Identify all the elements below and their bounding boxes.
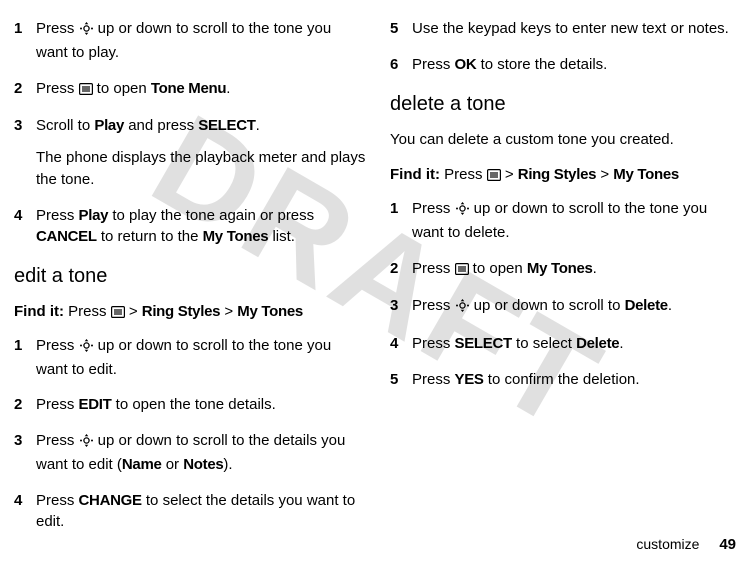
- step-number: 2: [14, 78, 36, 102]
- menu-key-icon: [79, 80, 93, 102]
- step-number: 3: [14, 430, 36, 476]
- numbered-step: 3Press up or down to scroll to Delete.: [390, 295, 742, 319]
- step-text: Press YES to confirm the deletion.: [412, 369, 742, 391]
- page-content: 1Press up or down to scroll to the tone …: [0, 0, 756, 520]
- step-number: 1: [14, 335, 36, 381]
- ui-label: EDIT: [79, 396, 112, 413]
- menu-key-icon: [455, 260, 469, 282]
- ui-label: Tone Menu: [151, 80, 226, 97]
- numbered-step: 6Press OK to store the details.: [390, 54, 742, 76]
- menu-key-icon: [487, 166, 501, 188]
- step-text: Press EDIT to open the tone details.: [36, 394, 366, 416]
- numbered-step: 1Press up or down to scroll to the tone …: [390, 198, 742, 244]
- ui-label: My Tones: [237, 303, 303, 320]
- numbered-step: 3Scroll to Play and press SELECT.The pho…: [14, 115, 366, 190]
- nav-key-icon: [455, 297, 470, 319]
- section-paragraph: You can delete a custom tone you created…: [390, 129, 742, 151]
- ui-label: My Tones: [613, 166, 679, 183]
- numbered-step: 5Press YES to confirm the deletion.: [390, 369, 742, 391]
- step-number: 4: [14, 205, 36, 249]
- nav-key-icon: [79, 432, 94, 454]
- nav-key-icon: [79, 337, 94, 359]
- step-number: 4: [390, 333, 412, 355]
- step-number: 3: [14, 115, 36, 190]
- page-number: 49: [719, 536, 736, 553]
- numbered-step: 2Press EDIT to open the tone details.: [14, 394, 366, 416]
- step-number: 2: [14, 394, 36, 416]
- step-number: 3: [390, 295, 412, 319]
- numbered-step: 2Press to open Tone Menu.: [14, 78, 366, 102]
- step-text: Press up or down to scroll to the tone y…: [36, 18, 366, 64]
- ui-label: Ring Styles: [142, 303, 220, 320]
- numbered-step: 4Press CHANGE to select the details you …: [14, 490, 366, 534]
- step-text: Press Play to play the tone again or pre…: [36, 205, 366, 249]
- numbered-step: 2Press to open My Tones.: [390, 258, 742, 282]
- step-number: 6: [390, 54, 412, 76]
- ui-label: SELECT: [198, 117, 255, 134]
- step-text: Press up or down to scroll to the detail…: [36, 430, 366, 476]
- numbered-step: 4Press SELECT to select Delete.: [390, 333, 742, 355]
- step-text: Press up or down to scroll to the tone y…: [412, 198, 742, 244]
- step-text: Press up or down to scroll to Delete.: [412, 295, 742, 319]
- step-extra-text: The phone displays the playback meter an…: [36, 147, 366, 191]
- step-number: 4: [14, 490, 36, 534]
- right-column: 5Use the keypad keys to enter new text o…: [390, 18, 742, 520]
- numbered-step: 1Press up or down to scroll to the tone …: [14, 335, 366, 381]
- step-text: Press to open Tone Menu.: [36, 78, 366, 102]
- ui-label: Ring Styles: [518, 166, 596, 183]
- step-text: Press up or down to scroll to the tone y…: [36, 335, 366, 381]
- ui-label: YES: [455, 371, 484, 388]
- ui-label: Delete: [625, 297, 668, 314]
- find-it-line: Find it: Press > Ring Styles > My Tones: [14, 301, 366, 325]
- step-number: 5: [390, 369, 412, 391]
- ui-label: CHANGE: [79, 492, 142, 509]
- step-number: 5: [390, 18, 412, 40]
- numbered-step: 5Use the keypad keys to enter new text o…: [390, 18, 742, 40]
- step-text: Press CHANGE to select the details you w…: [36, 490, 366, 534]
- step-text: Use the keypad keys to enter new text or…: [412, 18, 742, 40]
- step-text: Press to open My Tones.: [412, 258, 742, 282]
- ui-label: My Tones: [527, 260, 593, 277]
- ui-label: Delete: [576, 335, 619, 352]
- ui-label: SELECT: [455, 335, 512, 352]
- ui-label: Play: [94, 117, 124, 134]
- ui-label: OK: [455, 56, 477, 73]
- nav-key-icon: [455, 200, 470, 222]
- step-text: Press OK to store the details.: [412, 54, 742, 76]
- step-text: Scroll to Play and press SELECT.The phon…: [36, 115, 366, 190]
- nav-key-icon: [79, 20, 94, 42]
- find-it-label: Find it:: [14, 303, 64, 320]
- menu-key-icon: [111, 303, 125, 325]
- ui-label: My Tones: [203, 228, 269, 245]
- ui-label: CANCEL: [36, 228, 97, 245]
- section-heading: edit a tone: [14, 262, 366, 291]
- numbered-step: 3Press up or down to scroll to the detai…: [14, 430, 366, 476]
- find-it-label: Find it:: [390, 166, 440, 183]
- page-footer: customize 49: [636, 534, 736, 556]
- ui-label: Play: [79, 207, 109, 224]
- numbered-step: 1Press up or down to scroll to the tone …: [14, 18, 366, 64]
- ui-label: Notes: [183, 456, 223, 473]
- step-number: 2: [390, 258, 412, 282]
- find-it-line: Find it: Press > Ring Styles > My Tones: [390, 164, 742, 188]
- step-number: 1: [14, 18, 36, 64]
- step-number: 1: [390, 198, 412, 244]
- step-text: Press SELECT to select Delete.: [412, 333, 742, 355]
- left-column: 1Press up or down to scroll to the tone …: [14, 18, 366, 520]
- ui-label: Name: [122, 456, 162, 473]
- numbered-step: 4Press Play to play the tone again or pr…: [14, 205, 366, 249]
- section-heading: delete a tone: [390, 90, 742, 119]
- footer-label: customize: [636, 536, 699, 552]
